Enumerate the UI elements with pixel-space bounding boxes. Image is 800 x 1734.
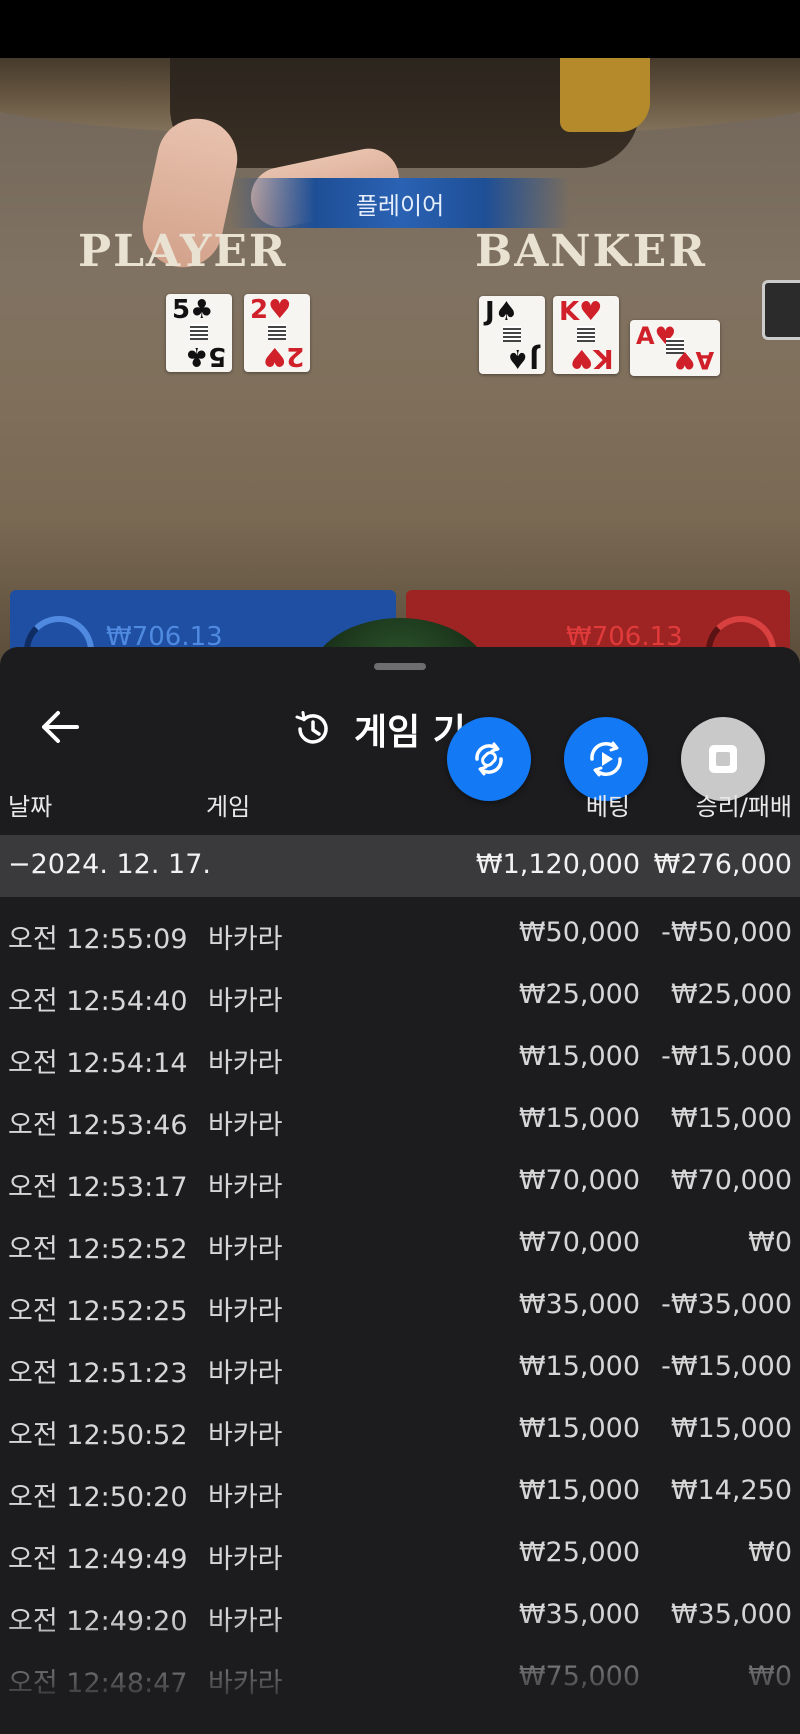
arrow-left-icon xyxy=(42,711,79,743)
history-row[interactable]: 오전 12:49:49 바카라 ₩25,000 ₩0 xyxy=(0,1517,800,1579)
history-row[interactable]: 오전 12:53:17 바카라 ₩70,000 ₩70,000 xyxy=(0,1145,800,1207)
row-bet: ₩35,000 xyxy=(518,1599,640,1630)
player-label: PLAYER xyxy=(78,226,288,277)
column-game: 게임 xyxy=(206,793,251,821)
row-game: 바카라 xyxy=(208,924,283,955)
row-result: ₩14,250 xyxy=(670,1475,792,1506)
row-game: 바카라 xyxy=(208,1048,283,1079)
day-summary-row[interactable]: −2024. 12. 17. ₩1,120,000 ₩276,000 xyxy=(0,835,800,897)
rotate-link-icon xyxy=(475,742,503,776)
row-bet: ₩15,000 xyxy=(518,1041,640,1072)
result-banner: 플레이어 xyxy=(230,178,570,228)
row-result: -₩50,000 xyxy=(661,917,792,948)
history-row[interactable]: 오전 12:53:46 바카라 ₩15,000 ₩15,000 xyxy=(0,1083,800,1145)
row-game: 바카라 xyxy=(208,1668,283,1699)
row-result: ₩35,000 xyxy=(670,1599,792,1630)
row-bet: ₩15,000 xyxy=(518,1475,640,1506)
row-time: 오전 12:49:49 xyxy=(8,1544,188,1575)
row-result: -₩35,000 xyxy=(661,1289,792,1320)
row-result: ₩15,000 xyxy=(670,1103,792,1134)
history-list: 오전 12:55:09 바카라 ₩50,000 -₩50,000 오전 12:5… xyxy=(0,897,800,1703)
player-card-2: 2♥ 2♥ xyxy=(244,294,310,372)
banker-card-2: K♥ K♥ xyxy=(553,296,619,374)
stop-icon xyxy=(709,745,737,773)
row-result: ₩0 xyxy=(748,1661,792,1692)
history-row[interactable]: 오전 12:55:09 바카라 ₩50,000 -₩50,000 xyxy=(0,897,800,959)
card-shoe xyxy=(762,280,800,340)
column-header: 날짜 게임 베팅 승리/패배 xyxy=(0,777,800,827)
history-row[interactable]: 오전 12:48:47 바카라 ₩75,000 ₩0 xyxy=(0,1641,800,1703)
history-row[interactable]: 오전 12:50:52 바카라 ₩15,000 ₩15,000 xyxy=(0,1393,800,1455)
row-game: 바카라 xyxy=(208,1296,283,1327)
row-bet: ₩75,000 xyxy=(518,1661,640,1692)
row-bet: ₩70,000 xyxy=(518,1165,640,1196)
row-game: 바카라 xyxy=(208,1234,283,1265)
history-row[interactable]: 오전 12:50:20 바카라 ₩15,000 ₩14,250 xyxy=(0,1455,800,1517)
row-game: 바카라 xyxy=(208,986,283,1017)
row-bet: ₩15,000 xyxy=(518,1351,640,1382)
day-date: −2024. 12. 17. xyxy=(8,849,211,880)
row-time: 오전 12:55:09 xyxy=(8,924,188,955)
status-bar xyxy=(0,0,800,58)
back-button[interactable] xyxy=(36,707,84,747)
row-game: 바카라 xyxy=(208,1482,283,1513)
dealer-sleeve xyxy=(560,58,650,132)
banker-label: BANKER xyxy=(475,226,707,277)
row-game: 바카라 xyxy=(208,1606,283,1637)
row-result: ₩25,000 xyxy=(670,979,792,1010)
row-time: 오전 12:52:52 xyxy=(8,1234,188,1265)
column-bet: 베팅 xyxy=(585,793,630,821)
row-bet: ₩25,000 xyxy=(518,1537,640,1568)
banker-card-3: A♥ A♥ xyxy=(630,320,720,376)
sheet-header: 게임 기 xyxy=(0,687,800,801)
day-bet-total: ₩1,120,000 xyxy=(475,849,640,880)
row-time: 오전 12:51:23 xyxy=(8,1358,188,1389)
row-game: 바카라 xyxy=(208,1172,283,1203)
banker-card-1: J♠ J♠ xyxy=(479,296,545,374)
live-video: 플레이어 PLAYER BANKER 5♣ 5♣ 2♥ 2♥ J♠ J♠ K♥ … xyxy=(0,58,800,668)
sheet-grabber[interactable] xyxy=(374,663,426,670)
row-game: 바카라 xyxy=(208,1420,283,1451)
row-bet: ₩15,000 xyxy=(518,1103,640,1134)
history-row[interactable]: 오전 12:54:14 바카라 ₩15,000 -₩15,000 xyxy=(0,1021,800,1083)
row-game: 바카라 xyxy=(208,1110,283,1141)
row-bet: ₩70,000 xyxy=(518,1227,640,1258)
row-time: 오전 12:50:52 xyxy=(8,1420,188,1451)
row-time: 오전 12:53:46 xyxy=(8,1110,188,1141)
history-row[interactable]: 오전 12:49:20 바카라 ₩35,000 ₩35,000 xyxy=(0,1579,800,1641)
row-result: ₩0 xyxy=(748,1537,792,1568)
player-card-1: 5♣ 5♣ xyxy=(166,294,232,372)
game-history-sheet: 게임 기 날짜 게임 베팅 승리/패배 −2024. 12. 17. ₩1,12… xyxy=(0,647,800,1734)
history-row[interactable]: 오전 12:52:52 바카라 ₩70,000 ₩0 xyxy=(0,1207,800,1269)
row-result: -₩15,000 xyxy=(661,1041,792,1072)
row-bet: ₩15,000 xyxy=(518,1413,640,1444)
row-result: ₩0 xyxy=(748,1227,792,1258)
row-time: 오전 12:54:40 xyxy=(8,986,188,1017)
row-time: 오전 12:49:20 xyxy=(8,1606,188,1637)
row-time: 오전 12:48:47 xyxy=(8,1668,188,1699)
row-result: ₩70,000 xyxy=(670,1165,792,1196)
row-time: 오전 12:50:20 xyxy=(8,1482,188,1513)
day-result-total: ₩276,000 xyxy=(653,849,792,880)
column-result: 승리/패배 xyxy=(695,793,792,821)
row-time: 오전 12:54:14 xyxy=(8,1048,188,1079)
row-time: 오전 12:53:17 xyxy=(8,1172,188,1203)
result-banner-text: 플레이어 xyxy=(355,191,445,220)
replay-icon xyxy=(590,741,622,777)
history-row[interactable]: 오전 12:51:23 바카라 ₩15,000 -₩15,000 xyxy=(0,1331,800,1393)
row-bet: ₩25,000 xyxy=(518,979,640,1010)
history-row[interactable]: 오전 12:52:25 바카라 ₩35,000 -₩35,000 xyxy=(0,1269,800,1331)
history-icon xyxy=(295,711,328,744)
row-bet: ₩35,000 xyxy=(518,1289,640,1320)
row-result: -₩15,000 xyxy=(661,1351,792,1382)
row-game: 바카라 xyxy=(208,1544,283,1575)
row-game: 바카라 xyxy=(208,1358,283,1389)
row-result: ₩15,000 xyxy=(670,1413,792,1444)
row-bet: ₩50,000 xyxy=(518,917,640,948)
history-row[interactable]: 오전 12:54:40 바카라 ₩25,000 ₩25,000 xyxy=(0,959,800,1021)
column-date: 날짜 xyxy=(8,793,53,821)
row-time: 오전 12:52:25 xyxy=(8,1296,188,1327)
